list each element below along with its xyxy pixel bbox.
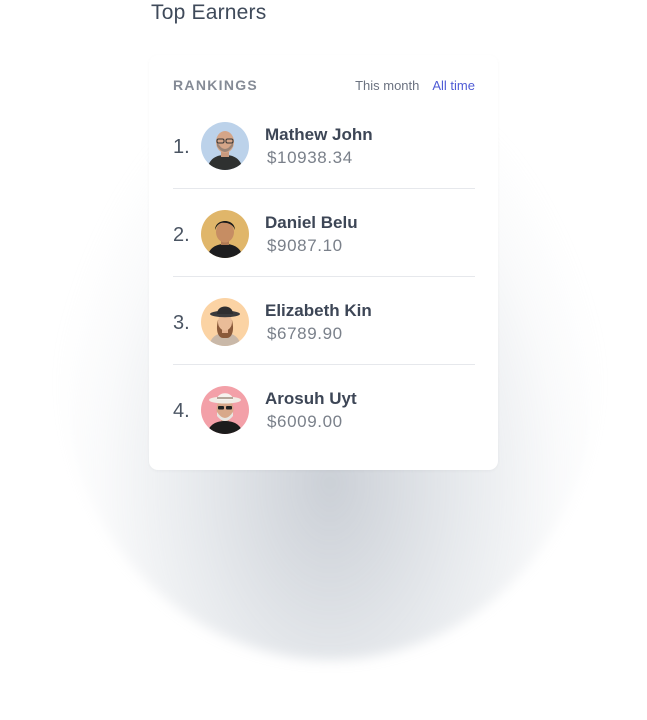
avatar <box>201 386 249 434</box>
card-header: RANKINGS This month All time <box>173 77 475 95</box>
filter-this-month[interactable]: This month <box>355 78 419 93</box>
earners-list: 1. Mathew John $10938.34 2. Daniel Belu … <box>173 101 475 453</box>
list-item[interactable]: 1. Mathew John $10938.34 <box>173 101 475 189</box>
rankings-card: RANKINGS This month All time 1. Mathew J… <box>149 55 498 470</box>
time-filter-group: This month All time <box>355 78 475 93</box>
earner-name: Daniel Belu <box>265 213 358 232</box>
page-title: Top Earners <box>151 1 267 24</box>
earner-amount: $6789.90 <box>267 324 343 343</box>
avatar <box>201 210 249 258</box>
rank-number: 3. <box>173 312 190 334</box>
rank-number: 4. <box>173 400 190 422</box>
earner-amount: $10938.34 <box>267 148 353 167</box>
list-item[interactable]: 3. Elizabeth Kin $6789.90 <box>173 277 475 365</box>
earner-name: Mathew John <box>265 125 373 144</box>
avatar <box>201 298 249 346</box>
rank-number: 2. <box>173 224 190 246</box>
earner-amount: $9087.10 <box>267 236 343 255</box>
rankings-label: RANKINGS <box>173 77 259 93</box>
avatar <box>201 122 249 170</box>
list-item[interactable]: 2. Daniel Belu $9087.10 <box>173 189 475 277</box>
list-item[interactable]: 4. Arosuh Uyt $6009.00 <box>173 365 475 453</box>
earner-amount: $6009.00 <box>267 412 343 431</box>
filter-all-time[interactable]: All time <box>432 78 475 93</box>
earner-name: Arosuh Uyt <box>265 389 357 408</box>
earner-name: Elizabeth Kin <box>265 301 372 320</box>
rank-number: 1. <box>173 136 190 158</box>
